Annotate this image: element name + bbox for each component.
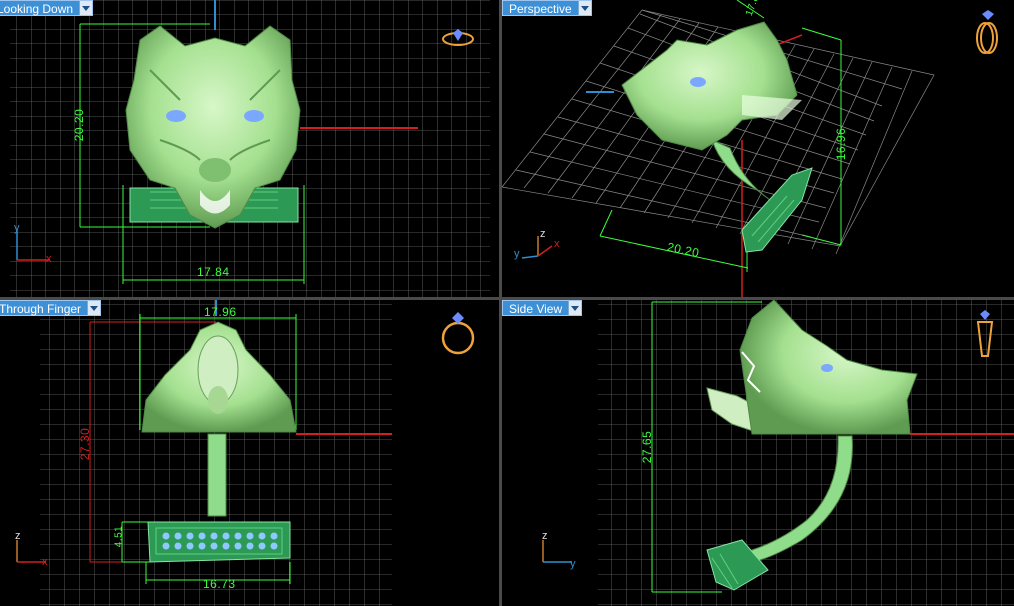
axis-label-y: y <box>14 222 20 234</box>
axis-label-x: x <box>42 556 48 568</box>
viewport-tab-side-view[interactable]: Side View <box>502 300 583 316</box>
viewport-looking-down[interactable]: Looking Down 20.20 17.84 y x <box>0 0 499 297</box>
dimension-label: 16.96 <box>834 127 848 161</box>
viewport-side-view[interactable]: Side View 27.65 z y <box>502 300 1014 606</box>
viewport-title: Looking Down <box>0 2 74 16</box>
viewport-canvas[interactable] <box>502 0 1014 297</box>
axis-label-y: y <box>570 558 576 570</box>
axis-label-y: y <box>514 248 520 260</box>
dimension-label: 4.51 <box>113 525 125 548</box>
chevron-down-icon[interactable] <box>87 301 101 315</box>
chevron-down-icon[interactable] <box>568 301 582 315</box>
viewport-title: Perspective <box>509 2 572 16</box>
axis-label-x: x <box>554 238 560 250</box>
dimension-label: 27.30 <box>78 427 92 461</box>
dimension-label: 27.65 <box>640 430 654 464</box>
ring-icon[interactable] <box>970 308 1000 364</box>
dimension-label: 16.73 <box>203 577 236 591</box>
dimension-label: 17.96 <box>204 305 237 319</box>
viewport-title: Through Finger <box>0 302 82 316</box>
axis-label-x: x <box>46 253 52 265</box>
axis-label-z: z <box>542 530 548 542</box>
wolf-head-model[interactable] <box>621 21 813 253</box>
viewport-tab-perspective[interactable]: Perspective <box>502 0 592 16</box>
viewport-through-finger[interactable]: Through Finger 17.96 27.30 4.51 16.73 z … <box>0 300 499 606</box>
viewport-perspective[interactable]: Perspective 20.20 16.96 17.8 z y x <box>502 0 1014 297</box>
viewport-canvas[interactable] <box>0 300 499 606</box>
dimension-label: 17.84 <box>197 265 230 279</box>
chevron-down-icon[interactable] <box>577 1 591 15</box>
ring-icon[interactable] <box>972 10 1002 56</box>
axis-label-z: z <box>540 228 546 240</box>
axis-label-z: z <box>15 530 21 542</box>
dimension-label: 20.20 <box>72 108 86 142</box>
viewport-tab-looking-down[interactable]: Looking Down <box>0 0 94 16</box>
ring-icon[interactable] <box>438 308 478 358</box>
wolf-head-model[interactable] <box>125 25 301 229</box>
chevron-down-icon[interactable] <box>79 1 93 15</box>
ring-icon[interactable] <box>440 27 476 49</box>
viewport-tab-through-finger[interactable]: Through Finger <box>0 300 102 316</box>
viewport-title: Side View <box>509 302 563 316</box>
